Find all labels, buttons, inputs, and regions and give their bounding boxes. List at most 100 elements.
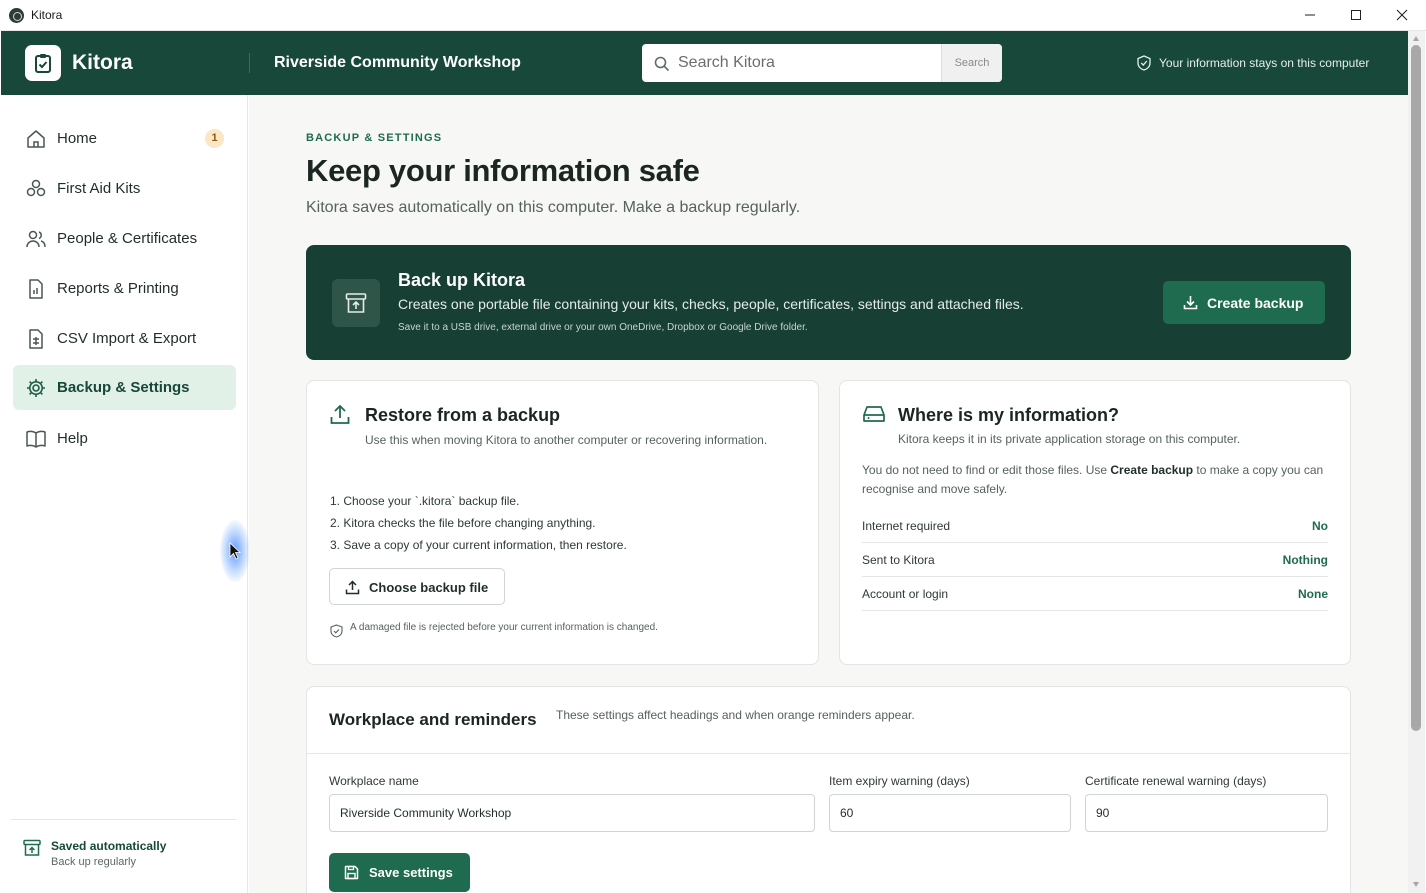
notification-badge: 1	[205, 129, 224, 148]
page-title: Keep your information safe	[306, 153, 700, 188]
page-subtitle: Kitora saves automatically on this compu…	[306, 199, 801, 216]
app-header: Kitora Riverside Community Workshop Sear…	[1, 31, 1408, 95]
sidebar-item-label: Reports & Printing	[57, 280, 179, 297]
where-desc-emphasis: Create backup	[1110, 463, 1194, 477]
save-settings-button[interactable]: Save settings	[329, 853, 470, 892]
choose-backup-file-button[interactable]: Choose backup file	[329, 568, 505, 605]
where-desc-text: You do not need to find or edit those fi…	[862, 463, 1111, 477]
save-icon	[344, 865, 359, 880]
create-backup-label: Create backup	[1207, 295, 1304, 311]
backup-archive-icon	[332, 279, 380, 327]
hard-drive-icon	[863, 406, 885, 422]
info-key: Account or login	[862, 587, 949, 601]
brand-name[interactable]: Kitora	[72, 51, 133, 75]
backup-title: Back up Kitora	[398, 270, 526, 290]
info-row: Internet required No	[862, 509, 1328, 543]
sidebar-item-people[interactable]: People & Certificates	[13, 216, 236, 261]
restore-subtitle: Use this when moving Kitora to another c…	[365, 433, 768, 447]
scroll-down-arrow[interactable]	[1413, 882, 1419, 887]
list-item: 1. Choose your `.kitora` backup file.	[330, 494, 520, 508]
search-box: Search	[642, 44, 1002, 82]
restore-card: Restore from a backup Use this when movi…	[306, 380, 819, 665]
settings-title: Workplace and reminders	[329, 710, 537, 729]
maximize-button[interactable]	[1333, 0, 1379, 31]
where-title: Where is my information?	[898, 405, 1120, 425]
app-icon	[9, 8, 24, 23]
vertical-scrollbar[interactable]	[1408, 31, 1425, 893]
sidebar-item-help[interactable]: Help	[13, 416, 236, 461]
people-icon	[26, 230, 46, 248]
sidebar-item-label: First Aid Kits	[57, 180, 141, 197]
search-button[interactable]: Search	[941, 44, 1002, 82]
info-value: None	[1298, 587, 1328, 601]
expiry-warning-label: Item expiry warning (days)	[829, 774, 970, 788]
backup-description: Creates one portable file containing you…	[398, 296, 1024, 312]
minimize-button[interactable]	[1287, 0, 1333, 31]
info-row: Sent to Kitora Nothing	[862, 543, 1328, 577]
report-icon	[29, 279, 43, 299]
sidebar-item-label: Backup & Settings	[57, 379, 190, 396]
sidebar-divider	[11, 819, 236, 820]
settings-subtitle: These settings affect headings and when …	[556, 708, 915, 722]
save-settings-label: Save settings	[369, 865, 453, 880]
gear-icon	[27, 379, 45, 397]
saved-status-subtitle: Back up regularly	[51, 856, 136, 868]
create-backup-button[interactable]: Create backup	[1163, 281, 1325, 324]
restore-steps: 1. Choose your `.kitora` backup file. 2.…	[330, 494, 627, 560]
clipboard-check-icon	[25, 45, 61, 81]
where-info-card: Where is my information? Kitora keeps it…	[839, 380, 1351, 665]
backup-archive-icon	[23, 839, 41, 856]
window-title: Kitora	[31, 8, 63, 22]
workplace-name: Riverside Community Workshop	[274, 54, 521, 71]
info-key: Sent to Kitora	[862, 553, 935, 567]
sidebar-item-reports[interactable]: Reports & Printing	[13, 266, 236, 311]
upload-icon	[345, 580, 360, 595]
expiry-warning-field[interactable]	[829, 794, 1071, 832]
settings-card: Workplace and reminders These settings a…	[306, 686, 1351, 893]
search-input[interactable]	[678, 44, 940, 82]
sidebar-item-first-aid-kits[interactable]: First Aid Kits	[13, 166, 236, 211]
saved-status-title: Saved automatically	[51, 839, 167, 853]
header-divider	[249, 53, 250, 73]
minimize-icon	[1305, 14, 1315, 16]
list-item: 2. Kitora checks the file before changin…	[330, 516, 596, 530]
renewal-warning-label: Certificate renewal warning (days)	[1085, 774, 1267, 788]
close-button[interactable]	[1379, 0, 1425, 31]
mouse-cursor-icon	[229, 542, 241, 560]
sidebar-item-label: Help	[57, 430, 88, 447]
home-icon	[27, 130, 45, 148]
scroll-up-arrow[interactable]	[1413, 36, 1419, 41]
info-value: Nothing	[1282, 553, 1328, 567]
info-key: Internet required	[862, 519, 951, 533]
choose-backup-file-label: Choose backup file	[369, 580, 489, 595]
sidebar-item-csv[interactable]: CSV Import & Export	[13, 316, 236, 361]
info-value: No	[1312, 519, 1328, 533]
privacy-text: Your information stays on this computer	[1159, 56, 1370, 70]
backup-note: Save it to a USB drive, external drive o…	[398, 322, 808, 333]
sidebar-item-label: CSV Import & Export	[57, 330, 197, 347]
main-content: BACKUP & SETTINGS Keep your information …	[249, 95, 1408, 893]
restore-title: Restore from a backup	[365, 405, 561, 425]
where-subtitle: Kitora keeps it in its private applicati…	[898, 432, 1241, 446]
where-description: You do not need to find or edit those fi…	[862, 461, 1332, 499]
renewal-warning-field[interactable]	[1085, 794, 1328, 832]
list-item: 3. Save a copy of your current informati…	[330, 538, 627, 552]
page-eyebrow: BACKUP & SETTINGS	[306, 132, 443, 144]
close-icon	[1396, 9, 1408, 21]
download-icon	[1183, 296, 1198, 310]
maximize-icon	[1351, 10, 1361, 20]
workplace-name-field[interactable]	[329, 794, 815, 832]
shield-check-icon	[1137, 55, 1151, 71]
sidebar-item-label: Home	[57, 130, 98, 147]
sidebar-item-backup-settings[interactable]: Backup & Settings	[13, 365, 236, 410]
sidebar-item-home[interactable]: Home 1	[13, 116, 236, 161]
backup-card: Back up Kitora Creates one portable file…	[306, 245, 1351, 360]
csv-icon	[29, 329, 43, 349]
upload-icon	[330, 404, 350, 424]
shield-check-icon	[330, 624, 343, 638]
workplace-name-label: Workplace name	[329, 774, 419, 788]
scroll-thumb[interactable]	[1411, 45, 1421, 731]
restore-note-text: A damaged file is rejected before your c…	[350, 622, 658, 633]
settings-divider	[307, 753, 1350, 754]
sidebar-item-label: People & Certificates	[57, 230, 198, 247]
